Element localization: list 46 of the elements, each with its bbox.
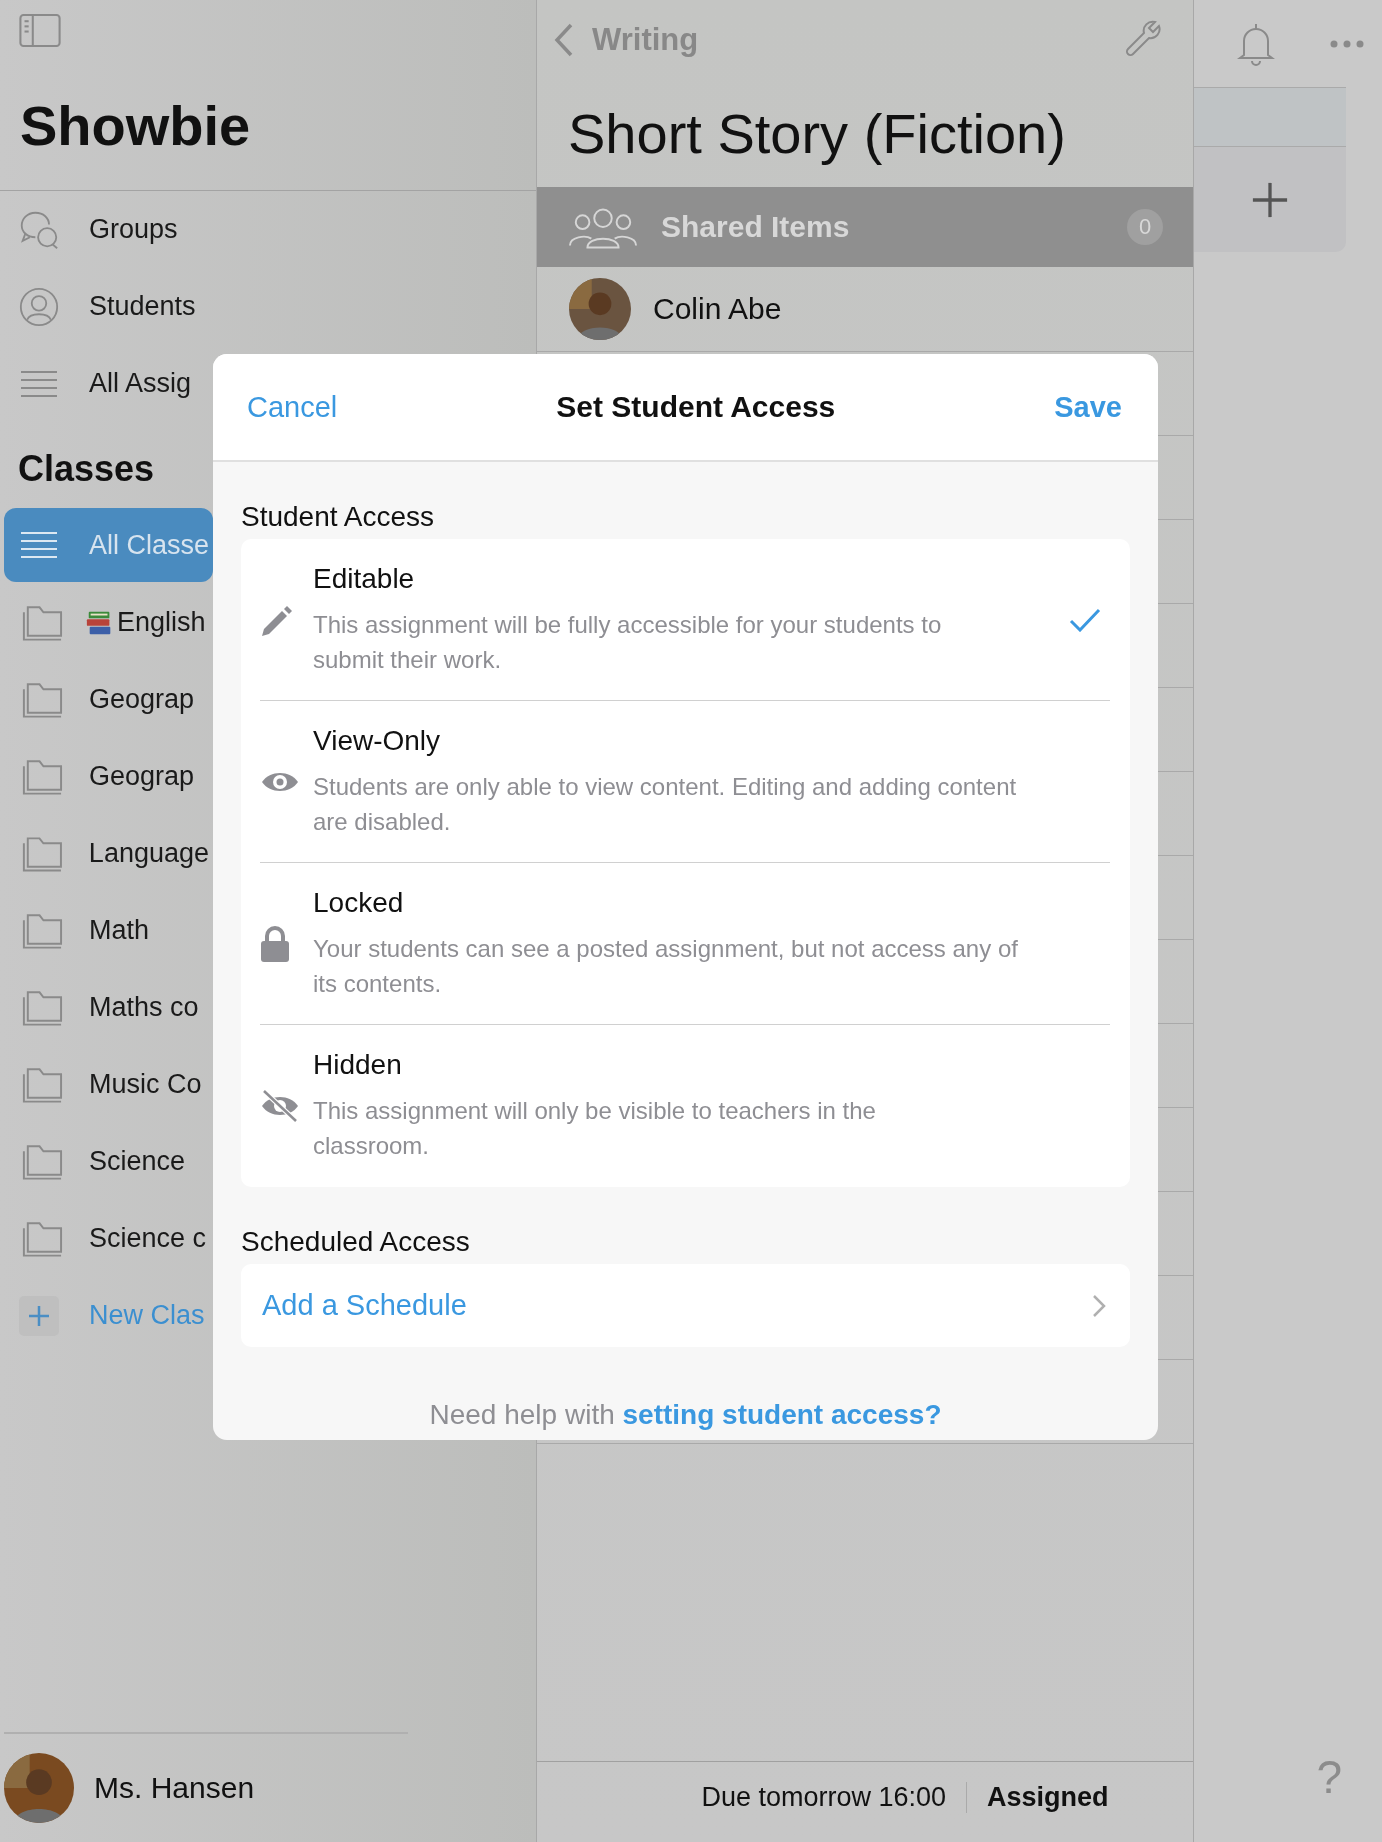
back-chevron-icon: [554, 23, 574, 57]
section-header: Classes: [18, 447, 155, 490]
option-title: Hidden: [313, 1049, 403, 1081]
plus-icon: [1251, 180, 1289, 219]
user-name[interactable]: Ms. Hansen: [94, 1771, 255, 1805]
class-item[interactable]: Language: [0, 815, 209, 892]
access-option[interactable]: Editable This assignment will be fully accessible for your students to submit their work.: [260, 539, 1110, 701]
assignment-title: Short Story (Fiction): [567, 101, 1067, 167]
option-title: View-Only: [313, 724, 442, 757]
access-option[interactable]: View-Only Students are only able to view content. Editing and adding content are disabled.: [260, 701, 1110, 863]
shared-items-label: Shared Items: [661, 210, 851, 244]
person-icon: [19, 285, 59, 328]
more-icon[interactable]: [1330, 39, 1364, 48]
help-text: Need help with setting student access?: [428, 1399, 943, 1431]
option-description: Your students can see a posted assignment, but not access any of its contents.: [313, 933, 1019, 999]
access-option[interactable]: Locked Your students can see a posted assignment, but not access any of its contents.: [260, 863, 1110, 1025]
sidebar-item[interactable]: Students: [0, 268, 536, 345]
class-item[interactable]: Maths co: [0, 969, 209, 1046]
status-label: Assigned: [986, 1781, 1109, 1813]
plus-icon: [19, 1295, 59, 1336]
sidebar-item[interactable]: Groups: [0, 191, 536, 268]
class-item[interactable]: Geograp: [0, 661, 209, 738]
due-date: Due tomorrow 16:00: [701, 1781, 968, 1813]
student-row[interactable]: Colin Abe: [537, 267, 1193, 352]
class-item[interactable]: Science: [0, 1123, 209, 1200]
class-item[interactable]: Geograp: [0, 738, 209, 815]
option-title: Locked: [313, 886, 405, 919]
section-label: Scheduled Access: [241, 1225, 471, 1259]
option-description: This assignment will only be visible to teachers in the classroom.: [313, 1096, 877, 1161]
sidebar-toggle-icon[interactable]: [19, 13, 61, 47]
eye-slash-icon: [260, 1089, 300, 1123]
access-option[interactable]: Hidden This assignment will only be visible to teachers in the classroom.: [260, 1025, 1110, 1187]
class-item[interactable]: Science c: [0, 1200, 209, 1277]
dialog-title: Set Student Access: [556, 390, 836, 424]
lock-icon: [260, 924, 290, 963]
chevron-right-icon: [1092, 1293, 1106, 1318]
class-item[interactable]: English: [0, 584, 209, 661]
class-item[interactable]: Math: [0, 892, 209, 969]
option-title: Editable: [313, 562, 416, 595]
app-title: Showbie: [20, 92, 251, 158]
count-badge: 0: [1127, 209, 1163, 245]
section-label: Student Access: [241, 500, 435, 534]
option-description: This assignment will be fully accessible for your students to submit their work.: [313, 609, 943, 675]
class-item[interactable]: Music Co: [0, 1046, 209, 1123]
sidebar-item[interactable]: All Assig: [0, 345, 209, 422]
option-description: Students are only able to view content. Editing and adding content are disabled.: [313, 771, 1018, 837]
